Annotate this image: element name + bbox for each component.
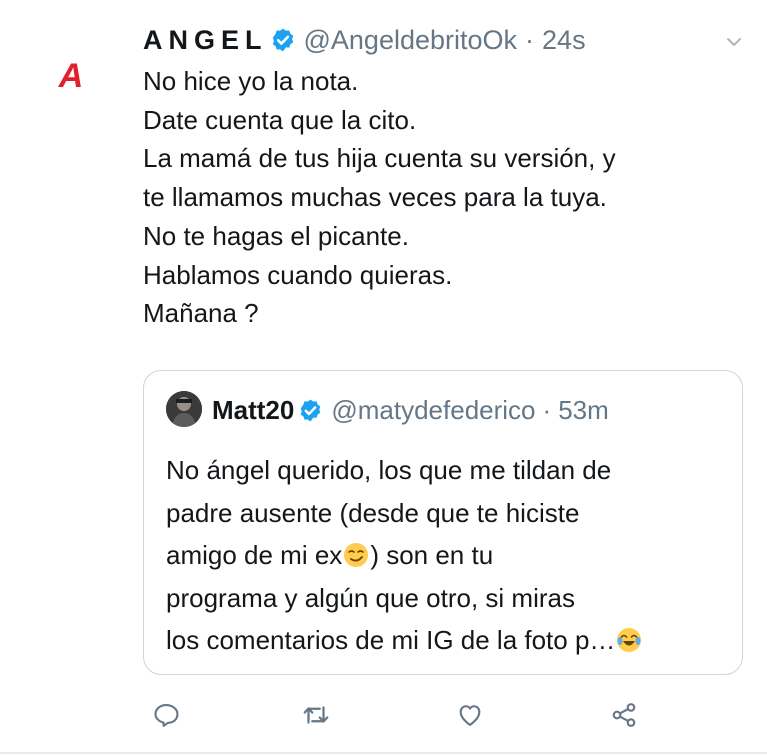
quoted-text-fragment: los comentarios de mi IG de la foto p… [166,625,616,655]
tears-of-joy-emoji-icon [616,623,642,652]
more-options-chevron-down-icon[interactable] [722,30,746,54]
tweet-header: ANGEL @AngeldebritoOk · 24s [143,22,586,58]
quoted-text-line: No ángel querido, los que me tildan de [166,455,612,485]
tweet-text: No hice yo la nota. Date cuenta que la c… [143,62,743,333]
quoted-author-handle[interactable]: @matydefederico [331,395,535,426]
tweet-text-line: Hablamos cuando quieras. [143,259,453,290]
header-separator: · [525,24,535,55]
like-icon[interactable] [450,695,490,735]
retweet-icon[interactable] [296,695,336,735]
quoted-header-separator: · [542,394,552,425]
tweet-text-line: te llamamos muchas veces para la tuya. [143,182,607,213]
quoted-author-avatar[interactable] [166,391,202,427]
quoted-author-display-name[interactable]: Matt20 [212,395,294,426]
author-display-name[interactable]: ANGEL [143,25,268,56]
tweet: A ANGEL @AngeldebritoOk · 24s No hice yo… [0,0,767,756]
quoted-tweet-text: No ángel querido, los que me tildan de p… [166,449,741,662]
author-handle[interactable]: @AngeldebritoOk [304,25,518,56]
quoted-text-line: padre ausente (desde que te hiciste [166,497,580,528]
tweet-divider [0,752,767,754]
tweet-text-line: No hice yo la nota. [143,66,359,96]
quoted-text-fragment: ) son en tu [370,540,494,570]
avatar-logo-letter: A [58,57,84,95]
quoted-tweet-header: Matt20 @matydefederico · 53m [212,393,609,427]
tweet-text-line: Date cuenta que la cito. [143,104,417,135]
smirking-face-emoji-icon [343,538,369,567]
author-avatar[interactable]: A [52,58,90,94]
verified-badge-icon [270,27,296,53]
share-icon[interactable] [604,695,644,735]
tweet-text-line: Mañana ? [143,298,259,329]
quoted-tweet-card[interactable]: Matt20 @matydefederico · 53m No ángel qu… [143,370,743,675]
quoted-text-line: amigo de mi ex ) son en tu [166,534,741,577]
tweet-timestamp[interactable]: 24s [542,25,586,56]
verified-badge-icon [298,398,323,423]
quoted-text-line: los comentarios de mi IG de la foto p… [166,619,741,662]
tweet-actions-bar [0,695,767,735]
tweet-text-line: La mamá de tus hija cuenta su versión, y [143,143,616,174]
tweet-text-line: No te hagas el picante. [143,220,409,251]
quoted-text-fragment: amigo de mi ex [166,540,343,570]
quoted-text-line: programa y algún que otro, si miras [166,582,575,613]
quoted-tweet-timestamp[interactable]: 53m [558,395,609,426]
reply-icon[interactable] [146,695,186,735]
